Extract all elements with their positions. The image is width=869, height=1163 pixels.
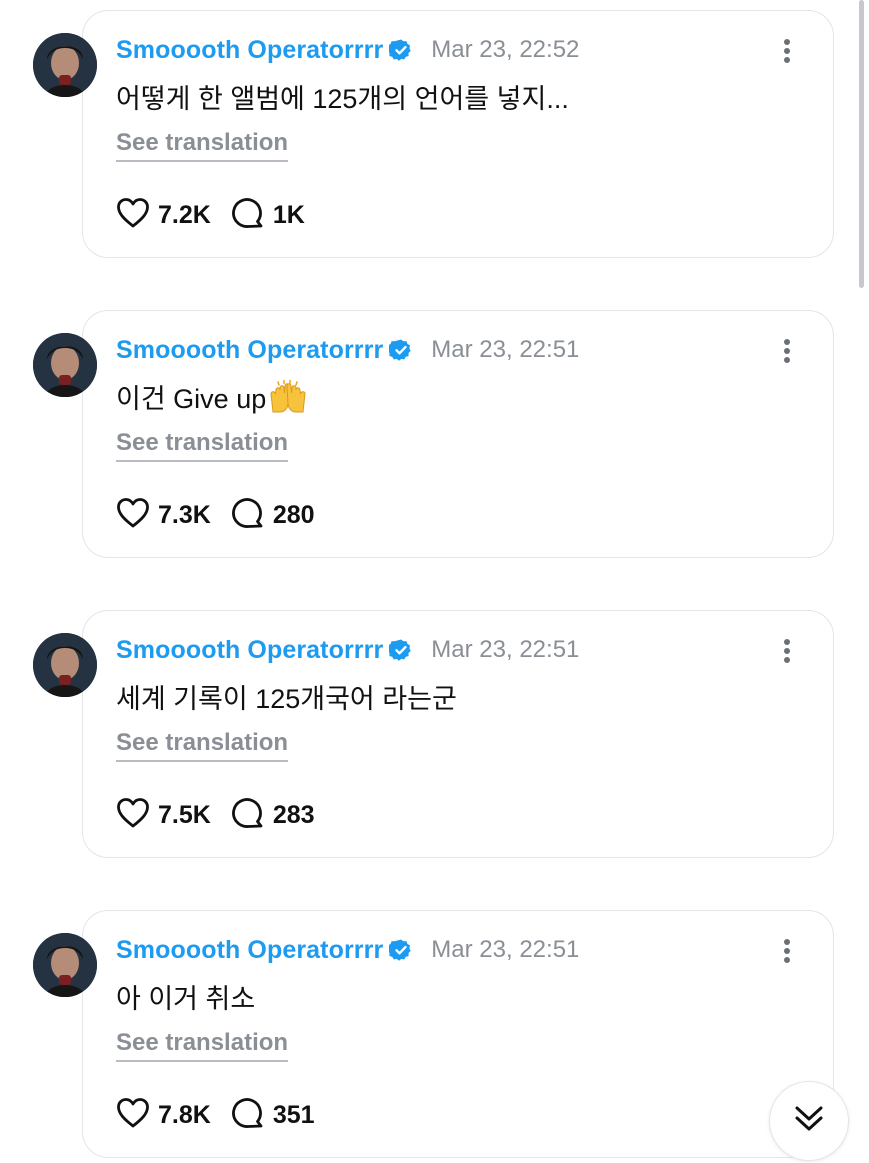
reply-count: 280 — [272, 500, 315, 529]
more-vertical-icon[interactable] — [775, 337, 799, 365]
username-link[interactable]: Smooooth Operatorrrr — [116, 336, 383, 365]
reply-button[interactable]: 1K — [231, 196, 305, 235]
verified-badge-icon — [387, 338, 413, 362]
reply-count: 351 — [272, 1100, 315, 1129]
scroll-to-bottom-button[interactable] — [769, 1081, 849, 1161]
like-count: 7.8K — [158, 1100, 211, 1129]
see-translation-link[interactable]: See translation — [116, 129, 289, 162]
comment-item: Smooooth Operatorrrr Mar 23, 22:52 어떻게 한… — [0, 10, 869, 260]
comment-card[interactable]: Smooooth Operatorrrr Mar 23, 22:51 아 이거 … — [82, 910, 834, 1158]
username-link[interactable]: Smooooth Operatorrrr — [116, 36, 383, 65]
scrollbar[interactable] — [859, 0, 864, 288]
comment-header: Smooooth Operatorrrr Mar 23, 22:51 — [116, 933, 579, 967]
heart-icon — [116, 1097, 150, 1134]
username-link[interactable]: Smooooth Operatorrrr — [116, 936, 383, 965]
raising-hands-emoji-icon — [268, 379, 308, 414]
more-vertical-icon[interactable] — [775, 37, 799, 65]
comment-bubble-icon — [231, 1096, 265, 1135]
comment-text-content: 세계 기록이 125개국어 라는군 — [116, 684, 457, 714]
avatar[interactable] — [33, 33, 97, 97]
see-translation-link[interactable]: See translation — [116, 1029, 289, 1062]
verified-badge-icon — [387, 38, 413, 62]
heart-icon — [116, 497, 150, 534]
comment-text: 아 이거 취소 — [116, 977, 255, 1016]
timestamp: Mar 23, 22:51 — [431, 336, 580, 363]
comment-text: 어떻게 한 앨범에 125개의 언어를 넣지... — [116, 77, 569, 116]
like-button[interactable]: 7.8K — [116, 1097, 211, 1134]
comment-bubble-icon — [231, 796, 265, 835]
like-count: 7.3K — [158, 500, 211, 529]
like-button[interactable]: 7.5K — [116, 797, 211, 834]
comment-text: 이건 Give up — [116, 377, 308, 416]
reply-count: 283 — [272, 800, 315, 829]
timestamp: Mar 23, 22:51 — [431, 636, 580, 663]
avatar[interactable] — [33, 633, 97, 697]
like-button[interactable]: 7.3K — [116, 497, 211, 534]
comment-text-content: 어떻게 한 앨범에 125개의 언어를 넣지... — [116, 84, 569, 114]
timestamp: Mar 23, 22:52 — [431, 36, 580, 63]
heart-icon — [116, 197, 150, 234]
timestamp: Mar 23, 22:51 — [431, 936, 580, 963]
comment-header: Smooooth Operatorrrr Mar 23, 22:51 — [116, 333, 579, 367]
comment-header: Smooooth Operatorrrr Mar 23, 22:51 — [116, 633, 579, 667]
comment-text: 세계 기록이 125개국어 라는군 — [116, 677, 457, 716]
comment-card[interactable]: Smooooth Operatorrrr Mar 23, 22:51 세계 기록… — [82, 610, 834, 858]
see-translation-link[interactable]: See translation — [116, 729, 289, 762]
comment-bubble-icon — [231, 196, 265, 235]
comment-card[interactable]: Smooooth Operatorrrr Mar 23, 22:51 이건 Gi… — [82, 310, 834, 558]
comment-actions: 7.2K 1K — [116, 197, 325, 233]
more-vertical-icon[interactable] — [775, 937, 799, 965]
reply-button[interactable]: 280 — [231, 496, 315, 535]
username-link[interactable]: Smooooth Operatorrrr — [116, 636, 383, 665]
like-count: 7.5K — [158, 800, 211, 829]
more-vertical-icon[interactable] — [775, 637, 799, 665]
comment-text-content: 아 이거 취소 — [116, 984, 256, 1014]
heart-icon — [116, 797, 150, 834]
avatar[interactable] — [33, 933, 97, 997]
like-count: 7.2K — [158, 200, 211, 229]
comment-feed: Smooooth Operatorrrr Mar 23, 22:52 어떻게 한… — [0, 0, 869, 1163]
comment-header: Smooooth Operatorrrr Mar 23, 22:52 — [116, 33, 579, 67]
double-chevron-down-icon — [793, 1104, 825, 1139]
comment-bubble-icon — [231, 496, 265, 535]
reply-button[interactable]: 283 — [231, 796, 315, 835]
comment-item: Smooooth Operatorrrr Mar 23, 22:51 세계 기록… — [0, 610, 869, 860]
comment-item: Smooooth Operatorrrr Mar 23, 22:51 이건 Gi… — [0, 310, 869, 560]
comment-item: Smooooth Operatorrrr Mar 23, 22:51 아 이거 … — [0, 910, 869, 1160]
avatar[interactable] — [33, 333, 97, 397]
comment-card[interactable]: Smooooth Operatorrrr Mar 23, 22:52 어떻게 한… — [82, 10, 834, 258]
comment-actions: 7.8K 351 — [116, 1097, 335, 1133]
like-button[interactable]: 7.2K — [116, 197, 211, 234]
verified-badge-icon — [387, 638, 413, 662]
comment-actions: 7.5K 283 — [116, 797, 335, 833]
verified-badge-icon — [387, 938, 413, 962]
see-translation-link[interactable]: See translation — [116, 429, 289, 462]
comment-text-content: 이건 Give up — [116, 384, 267, 414]
reply-button[interactable]: 351 — [231, 1096, 315, 1135]
comment-actions: 7.3K 280 — [116, 497, 335, 533]
reply-count: 1K — [272, 200, 305, 229]
